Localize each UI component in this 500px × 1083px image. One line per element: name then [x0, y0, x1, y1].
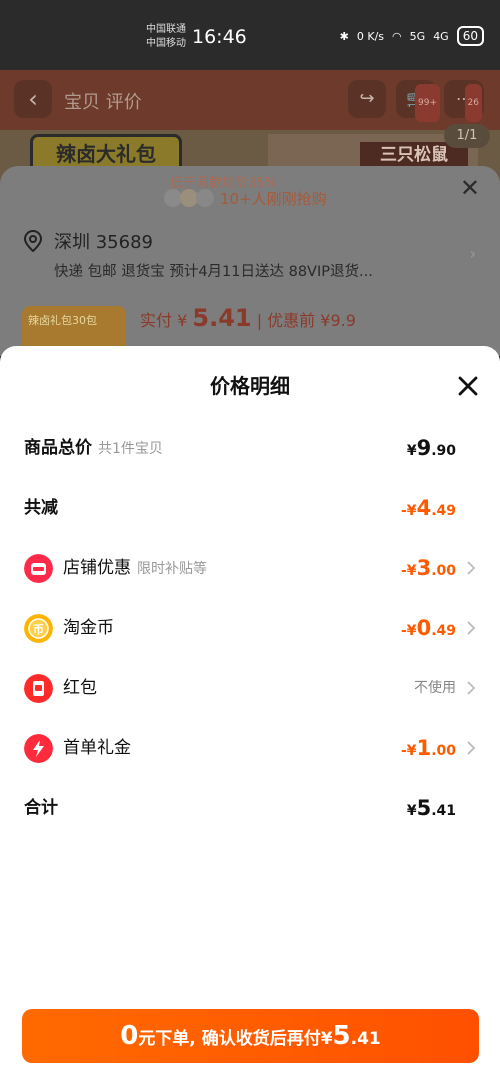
thumb-label: 辣卤礼包30包: [28, 314, 97, 327]
currency: -¥: [401, 623, 417, 639]
wifi-icon: ◠: [392, 29, 402, 43]
red-packet-label: 红包: [63, 678, 97, 698]
amount-dec: .00: [431, 563, 456, 579]
amount-int: 5: [416, 796, 432, 820]
store-discount-note: 限时补贴等: [137, 561, 207, 577]
cta-currency: ¥: [320, 1029, 333, 1049]
cart-icon[interactable]: 🛒 99+: [396, 80, 440, 122]
item-count: 共1件宝贝: [98, 441, 163, 457]
total-discount-value: -¥4.49: [401, 488, 456, 531]
store-discount-label: 店铺优惠 限时补贴等: [63, 548, 207, 589]
close-icon[interactable]: [454, 372, 482, 400]
lightning-icon: [24, 734, 53, 763]
currency: ¥: [406, 803, 417, 819]
gold-coin-icon: 币: [24, 614, 53, 643]
chevron-right-icon: [467, 621, 476, 635]
system-icons: ✱ 0 K/s ◠ 5G 4G 60: [340, 26, 484, 46]
row-store-discount[interactable]: 店铺优惠 限时补贴等 -¥3.00: [0, 548, 500, 588]
total-discount-label: 共减: [24, 498, 58, 518]
amount-int: 4: [416, 496, 432, 520]
close-icon[interactable]: ✕: [460, 174, 480, 202]
amount-dec: .41: [431, 803, 456, 819]
cta-amount-int: 5: [332, 1021, 351, 1051]
grand-total-label: 合计: [24, 798, 58, 818]
amount-dec: .49: [431, 623, 456, 639]
signal-5g: 5G: [409, 29, 426, 43]
image-counter: 1/1: [444, 124, 490, 148]
more-badge: 26: [464, 84, 482, 122]
paid-price: 实付 ¥ 5.41 | 优惠前 ¥9.9: [140, 304, 356, 332]
sku-sheet-background: 低于同款均价35% 10+人刚刚抢购 ✕ 深圳 35689 快递 包邮 退货宝 …: [0, 166, 500, 356]
cta-amount-dec: .41: [350, 1029, 381, 1049]
row-grand-total: 合计 ¥5.41: [0, 788, 500, 828]
battery-indicator: 60: [456, 26, 484, 46]
price-detail-sheet: 价格明细 商品总价 共1件宝贝 ¥9.90 共减 -¥4.49 店铺优惠 限时补贴等…: [0, 346, 500, 1083]
currency: -¥: [401, 503, 417, 519]
cta-lead-amount: 0: [120, 1021, 139, 1051]
sheet-title: 价格明细: [210, 374, 290, 398]
first-order-gift-label: 首单礼金: [63, 738, 131, 758]
row-gold-coin[interactable]: 币 淘金币 -¥0.49: [0, 608, 500, 648]
svg-text:币: 币: [33, 623, 44, 636]
cta-text: 元下单, 确认收货后再付: [138, 1029, 321, 1049]
chevron-right-icon: ›: [469, 244, 476, 263]
currency: ¥: [406, 443, 417, 459]
gold-coin-value: -¥0.49: [401, 608, 456, 651]
red-packet-value: 不使用: [414, 680, 456, 696]
label-text: 店铺优惠: [63, 558, 131, 578]
carrier-info: 中国联通 中国移动: [146, 23, 186, 51]
amount-dec: .00: [431, 743, 456, 759]
red-packet-icon: [24, 674, 53, 703]
carrier-2: 中国移动: [146, 38, 186, 49]
cart-badge: 99+: [415, 84, 440, 122]
back-icon[interactable]: ‹: [14, 80, 52, 118]
product-tabs[interactable]: 宝贝 评价: [64, 88, 142, 114]
paid-label: 实付: [140, 311, 173, 330]
status-bar: 中国联通 中国移动 16:46 ✱ 0 K/s ◠ 5G 4G 60: [0, 0, 500, 70]
signal-4g: 4G: [433, 29, 449, 43]
row-label: 商品总价 共1件宝贝: [24, 428, 163, 469]
share-icon[interactable]: ↪: [348, 80, 386, 118]
chevron-right-icon: [467, 681, 476, 695]
net-speed: 0 K/s: [356, 29, 385, 43]
row-red-packet[interactable]: 红包 不使用: [0, 668, 500, 708]
more-icon[interactable]: ⋯ 26: [444, 80, 484, 122]
clock: 16:46: [192, 26, 247, 48]
amount-int: 1: [416, 736, 432, 760]
total-price-value: ¥9.90: [407, 428, 456, 471]
grand-total-value: ¥5.41: [407, 788, 456, 831]
amount-int: 9: [416, 436, 432, 460]
bluetooth-icon: ✱: [339, 29, 349, 43]
chevron-right-icon: [467, 741, 476, 755]
amount-int: 3: [416, 556, 432, 580]
carrier-1: 中国联通: [146, 24, 186, 35]
shipping-info: 快递 包邮 退货宝 预计4月11日送达 88VIP退货...: [54, 264, 373, 280]
paid-currency: ¥: [177, 311, 188, 330]
store-discount-value: -¥3.00: [401, 548, 456, 591]
row-total-discount: 共减 -¥4.49: [0, 488, 500, 528]
recent-purchase-note: 10+人刚刚抢购: [220, 190, 327, 208]
currency: -¥: [401, 563, 417, 579]
chevron-right-icon: [467, 561, 476, 575]
store-icon: [24, 554, 53, 583]
paid-amount: 5.41: [192, 304, 252, 332]
currency: -¥: [401, 743, 417, 759]
first-order-gift-value: -¥1.00: [401, 728, 456, 771]
gold-coin-label: 淘金币: [63, 618, 114, 638]
amount-dec: .49: [431, 503, 456, 519]
place-order-button[interactable]: 0元下单, 确认收货后再付¥5.41: [22, 1009, 479, 1063]
amount-dec: .90: [431, 443, 456, 459]
buyer-avatars: [164, 189, 214, 207]
before-discount: | 优惠前 ¥9.9: [256, 311, 356, 330]
amount-int: 0: [416, 616, 432, 640]
delivery-location[interactable]: 深圳 35689: [54, 228, 153, 254]
row-first-order-gift[interactable]: 首单礼金 -¥1.00: [0, 728, 500, 768]
location-pin-icon: [24, 230, 42, 252]
total-price-label: 商品总价: [24, 438, 92, 458]
row-total-price: 商品总价 共1件宝贝 ¥9.90: [0, 428, 500, 468]
